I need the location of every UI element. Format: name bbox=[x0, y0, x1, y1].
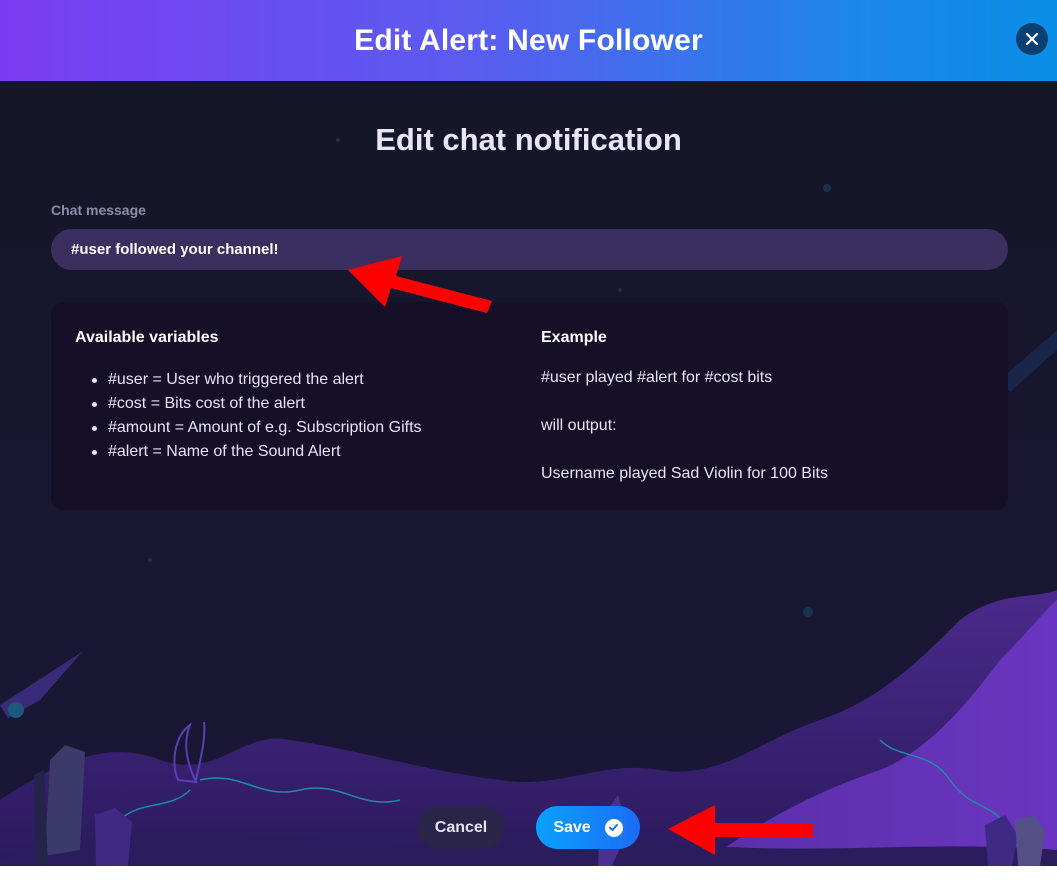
close-button[interactable] bbox=[1016, 23, 1048, 55]
variables-list: #user = User who triggered the alert #co… bbox=[92, 368, 422, 464]
example-input: #user played #alert for #cost bits bbox=[541, 369, 773, 386]
variable-item: #alert = Name of the Sound Alert bbox=[92, 440, 422, 464]
close-icon bbox=[1025, 32, 1039, 46]
save-button[interactable]: Save bbox=[536, 806, 640, 849]
chat-message-input[interactable] bbox=[51, 229, 1008, 270]
cancel-button[interactable]: Cancel bbox=[418, 806, 504, 849]
modal-header: Edit Alert: New Follower bbox=[0, 0, 1057, 81]
cancel-button-label: Cancel bbox=[434, 818, 488, 836]
variable-item: #cost = Bits cost of the alert bbox=[92, 392, 422, 416]
check-circle-icon bbox=[604, 818, 623, 837]
chat-message-label: Chat message bbox=[51, 202, 146, 218]
example-will-output: will output: bbox=[541, 417, 617, 434]
variable-item: #user = User who triggered the alert bbox=[92, 368, 422, 392]
variables-info-panel: Available variables #user = User who tri… bbox=[51, 302, 1008, 510]
variable-item: #amount = Amount of e.g. Subscription Gi… bbox=[92, 416, 422, 440]
example-output: Username played Sad Violin for 100 Bits bbox=[541, 465, 828, 482]
modal-title: Edit Alert: New Follower bbox=[354, 23, 703, 57]
available-variables-heading: Available variables bbox=[75, 329, 219, 346]
section-title: Edit chat notification bbox=[375, 122, 682, 157]
edit-alert-modal: Edit Alert: New Follower Edit chat notif… bbox=[0, 0, 1057, 866]
example-heading: Example bbox=[541, 329, 607, 346]
save-button-label: Save bbox=[553, 818, 591, 836]
